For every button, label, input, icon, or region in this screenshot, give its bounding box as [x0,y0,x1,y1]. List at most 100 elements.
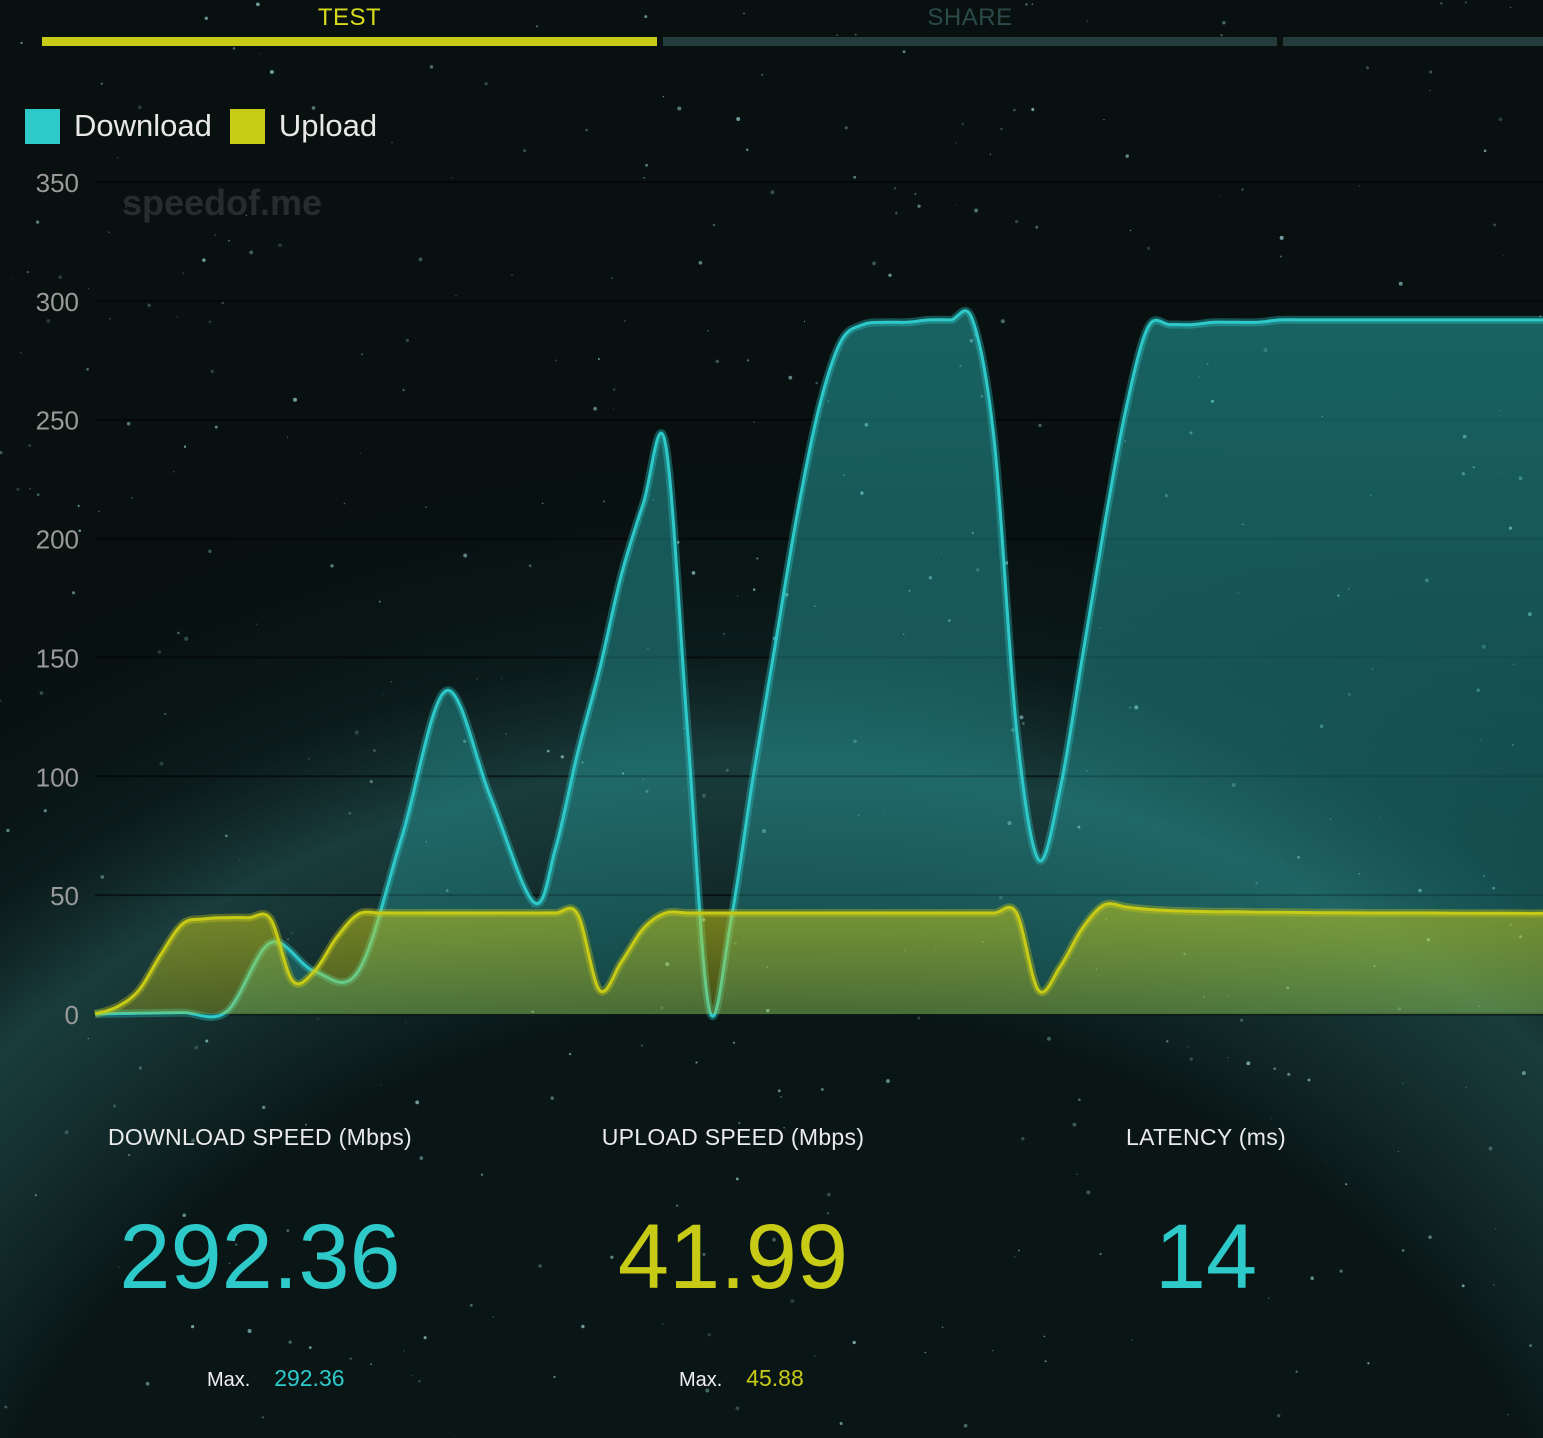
star [1131,1339,1133,1341]
legend-item-download[interactable]: Download [25,108,212,144]
legend-label-upload: Upload [278,108,378,143]
star [1428,1235,1432,1239]
star [100,82,103,85]
star [695,1061,698,1064]
star [1365,66,1370,70]
star [261,1416,265,1419]
star [992,1349,994,1352]
tab-third-indicator [1283,37,1543,46]
latency-stat-title: LATENCY (ms) [1006,1124,1406,1151]
star [844,126,848,130]
star [1000,127,1003,131]
star [581,1324,585,1329]
upload-speed-label: UPLOAD SPEED (Mbps) [601,1124,865,1150]
star [261,1105,266,1110]
star [1078,1098,1081,1102]
star [1506,1413,1509,1416]
tab-third[interactable] [1283,0,1543,48]
star [403,1350,405,1352]
star [1076,1173,1078,1175]
star [886,1079,890,1084]
star [1429,90,1431,92]
star [1246,1061,1251,1066]
star [1307,1078,1311,1082]
legend-label-download: Download [74,108,212,143]
star [469,1303,473,1307]
star [777,1089,781,1093]
legend-swatch-download [25,108,60,144]
star [1492,1283,1495,1286]
y-tick-label: 100 [36,762,79,792]
star [1043,1335,1046,1338]
tab-test-label: TEST [317,4,382,31]
star [415,1100,420,1105]
star [662,95,665,98]
watermark: speedof.me [122,182,323,223]
y-tick-label: 250 [36,406,79,436]
y-tick-label: 350 [36,168,79,198]
star [1270,1117,1272,1119]
legend-swatch-upload [229,108,265,144]
star [1529,1344,1532,1347]
upload-speed-value: 41.99 [617,1206,849,1308]
star [1276,1413,1281,1418]
star [1495,1228,1497,1230]
star [116,156,119,159]
star [955,142,957,144]
chart-legend: Download Upload [25,108,395,144]
download-max-row: Max. 292.36 [207,1365,345,1392]
star [1273,1067,1277,1071]
latency-value: 14 [1154,1206,1258,1308]
star [419,1156,424,1160]
star [453,1435,455,1437]
star [1461,1284,1465,1288]
star [553,1375,556,1379]
star [761,73,764,76]
tab-test[interactable]: TEST [42,0,657,48]
star [145,1381,150,1386]
star [1325,1159,1328,1161]
star [1125,154,1129,158]
tab-share[interactable]: SHARE [663,0,1277,48]
legend-item-upload[interactable]: Upload [229,108,378,144]
star [735,1406,740,1411]
star [961,123,964,126]
y-tick-label: 300 [36,287,79,317]
star [826,1192,831,1197]
y-tick-label: 50 [50,881,79,911]
star [34,1194,37,1197]
star [128,1154,131,1157]
star [429,65,434,69]
star [190,1324,195,1329]
speed-chart: 0 50 100 150 200 250 300 350 [36,168,1543,1030]
star [814,1355,816,1357]
star [735,1177,739,1181]
star [839,1421,843,1426]
star [1397,1150,1400,1153]
star [1287,1072,1291,1076]
download-speed-value: 292.36 [119,1206,401,1308]
download-max-label: Max. [207,1369,251,1391]
star [989,153,992,156]
star [269,70,274,74]
star [1402,1082,1404,1084]
star [746,148,749,151]
star [492,1316,495,1318]
star [677,106,682,111]
star [138,1066,143,1070]
star [370,1363,372,1366]
star [550,1096,554,1100]
star [418,1380,421,1383]
upload-max-row: Max. 45.88 [679,1365,804,1392]
tab-share-indicator [663,37,1277,46]
star [1345,1183,1348,1186]
star [484,82,488,86]
star [1103,119,1105,121]
star [1295,1370,1298,1373]
star [410,1374,413,1376]
tab-test-indicator [42,37,657,46]
y-tick-label: 200 [36,525,79,555]
y-tick-label: 0 [65,1000,79,1030]
star [585,128,588,132]
star [707,1333,711,1337]
